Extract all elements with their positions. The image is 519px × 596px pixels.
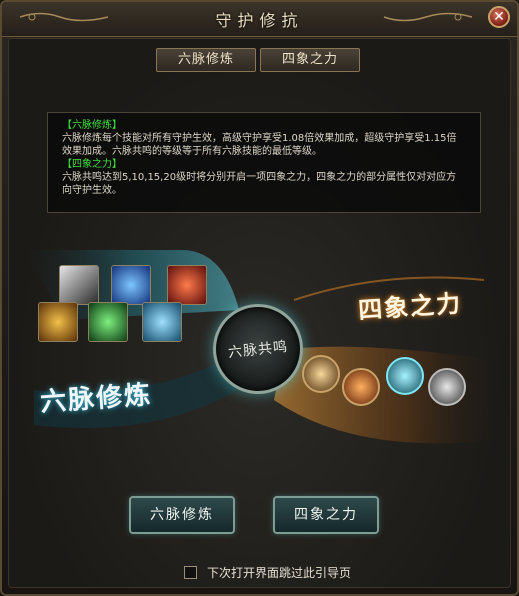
skip-guide-checkbox[interactable] (184, 566, 197, 579)
info-box: 【六脉修炼】 六脉修炼每个技能对所有守护生效，高级守护享受1.08倍效果加成，超… (47, 112, 481, 213)
skip-guide-option[interactable]: 下次打开界面跳过此引导页 (184, 564, 351, 581)
skill-icon-6[interactable] (142, 302, 182, 342)
tab-six-meridian[interactable]: 六脉修炼 (156, 48, 256, 72)
resonance-orb[interactable]: 六脉共鸣 (213, 304, 303, 394)
dragon-orb-icon[interactable] (386, 357, 424, 395)
tiger-orb-icon[interactable] (302, 355, 340, 393)
info-text-four-symbols: 六脉共鸣达到5,10,15,20级时将分别开启一项四象之力，四象之力的部分属性仅… (62, 172, 457, 196)
skill-icon-4[interactable] (38, 302, 78, 342)
four-symbols-button[interactable]: 四象之力 (273, 496, 379, 534)
tab-four-symbols[interactable]: 四象之力 (260, 48, 360, 72)
skill-icon-1[interactable] (59, 265, 99, 305)
four-symbols-art-title: 四象之力 (357, 288, 464, 325)
info-heading-four-symbols: 【四象之力】 (62, 159, 122, 170)
resonance-label: 六脉共鸣 (227, 338, 289, 362)
six-meridian-art-title: 六脉修炼 (39, 380, 154, 418)
tortoise-orb-icon[interactable] (428, 368, 466, 406)
info-heading-six-meridian: 【六脉修炼】 (62, 120, 122, 131)
skill-icon-5[interactable] (88, 302, 128, 342)
six-meridian-button[interactable]: 六脉修炼 (129, 496, 235, 534)
title-bar[interactable]: 守护修抗 ✕ (2, 2, 517, 37)
title-ornament-right (383, 12, 472, 22)
info-text-six-meridian: 六脉修炼每个技能对所有守护生效，高级守护享受1.08倍效果加成，超级守护享受1.… (62, 133, 457, 157)
guide-art-panel: 六脉共鸣 六脉修炼 四象之力 (24, 240, 496, 450)
skill-icon-2[interactable] (111, 265, 151, 305)
phoenix-orb-icon[interactable] (342, 368, 380, 406)
close-button[interactable]: ✕ (488, 6, 510, 28)
close-icon: ✕ (493, 9, 505, 25)
skill-icon-3[interactable] (167, 265, 207, 305)
guardian-window: 守护修抗 ✕ 六脉修炼 四象之力 【六脉修炼】 六脉修炼每个技能对所有守护生效，… (0, 0, 519, 596)
skip-guide-label: 下次打开界面跳过此引导页 (207, 566, 352, 580)
